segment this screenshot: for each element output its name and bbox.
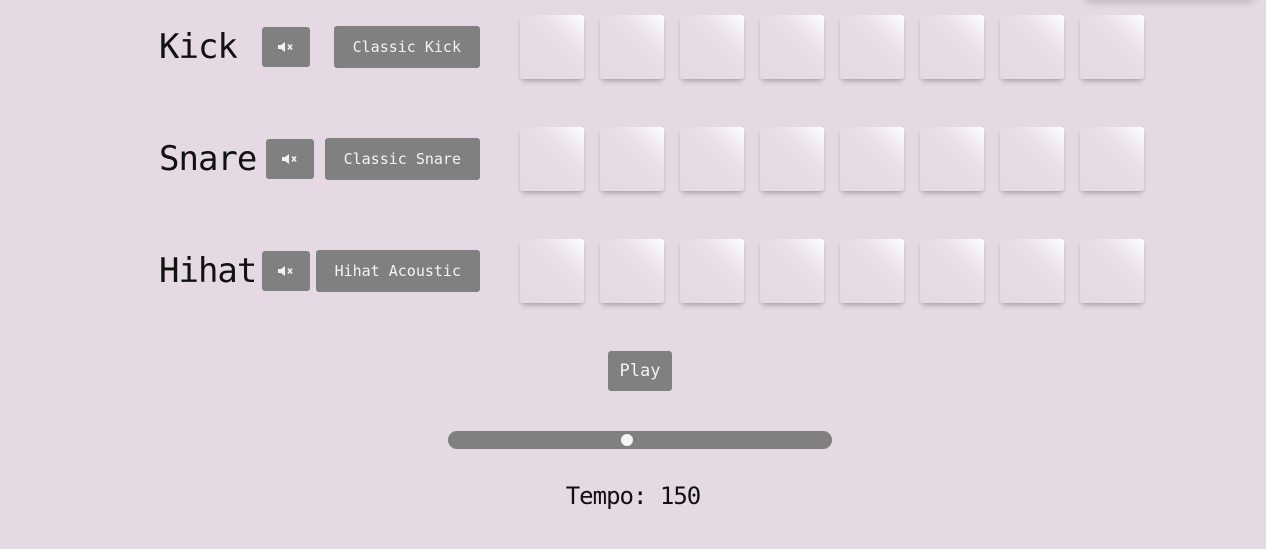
- track-name: Hihat: [159, 251, 257, 291]
- step-pad[interactable]: [600, 239, 664, 303]
- tempo-slider-thumb[interactable]: [620, 434, 633, 446]
- mute-button[interactable]: [262, 251, 310, 291]
- step-pad[interactable]: [840, 127, 904, 191]
- step-pad[interactable]: [520, 239, 584, 303]
- step-pad[interactable]: [920, 15, 984, 79]
- track-name: Kick: [159, 27, 238, 67]
- step-pad[interactable]: [1000, 127, 1064, 191]
- sample-select-button[interactable]: Hihat Acoustic: [315, 250, 480, 292]
- step-pad[interactable]: [600, 127, 664, 191]
- track-name: Snare: [159, 139, 257, 179]
- tempo-slider[interactable]: [448, 431, 832, 449]
- track-row-hihat: Hihat Hihat Acoustic: [0, 239, 1266, 303]
- step-pad[interactable]: [840, 15, 904, 79]
- step-pad[interactable]: [1080, 15, 1144, 79]
- step-pad[interactable]: [920, 127, 984, 191]
- step-pad[interactable]: [760, 127, 824, 191]
- step-pad[interactable]: [760, 239, 824, 303]
- sample-select-button[interactable]: Classic Kick: [333, 26, 480, 68]
- tempo-readout: Tempo: 150: [0, 482, 1266, 510]
- step-pad[interactable]: [1080, 127, 1144, 191]
- step-pad[interactable]: [680, 239, 744, 303]
- step-pad[interactable]: [760, 15, 824, 79]
- play-button[interactable]: Play: [608, 351, 672, 391]
- step-pad[interactable]: [920, 239, 984, 303]
- tempo-value: 150: [659, 482, 701, 510]
- sample-select-button[interactable]: Classic Snare: [324, 138, 480, 180]
- drum-machine: Kick Classic Kick Snare Classic Snare Hi…: [0, 0, 1266, 549]
- track-row-kick: Kick Classic Kick: [0, 15, 1266, 79]
- step-pad[interactable]: [1000, 239, 1064, 303]
- speaker-muted-icon: [277, 264, 295, 278]
- step-pad[interactable]: [1080, 239, 1144, 303]
- step-pad[interactable]: [1000, 15, 1064, 79]
- mute-button[interactable]: [266, 139, 314, 179]
- step-pad[interactable]: [840, 239, 904, 303]
- step-pad[interactable]: [520, 15, 584, 79]
- mute-button[interactable]: [262, 27, 310, 67]
- step-pad[interactable]: [680, 127, 744, 191]
- step-pad[interactable]: [600, 15, 664, 79]
- step-pad[interactable]: [680, 15, 744, 79]
- speaker-muted-icon: [281, 152, 299, 166]
- step-pad[interactable]: [520, 127, 584, 191]
- speaker-muted-icon: [277, 40, 295, 54]
- track-row-snare: Snare Classic Snare: [0, 127, 1266, 191]
- tempo-label: Tempo:: [565, 482, 648, 510]
